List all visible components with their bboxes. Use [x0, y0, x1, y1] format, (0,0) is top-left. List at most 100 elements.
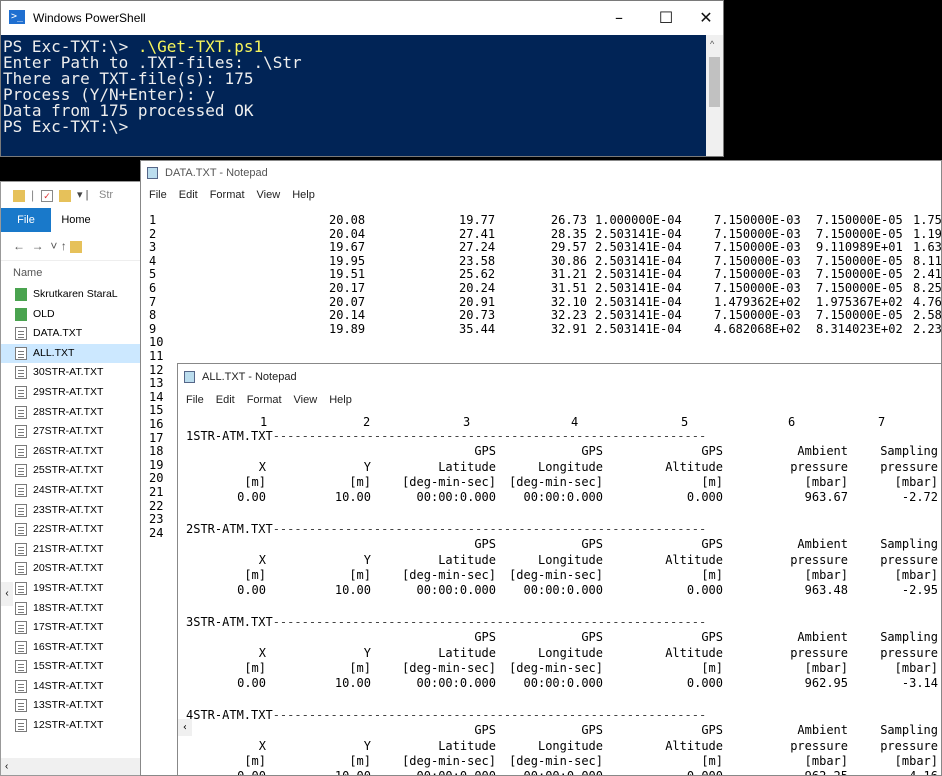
file-list-item[interactable]: 16STR-AT.TXT	[1, 638, 151, 658]
file-list-item[interactable]: 20STR-AT.TXT	[1, 559, 151, 579]
customize-qat-icon[interactable]: ▾ |	[77, 188, 88, 201]
data-cell: 1.975367E+02	[816, 294, 903, 309]
powershell-titlebar[interactable]: >_ Windows PowerShell – ☐ ✕	[1, 1, 723, 35]
file-list-item[interactable]: 13STR-AT.TXT	[1, 696, 151, 716]
file-list-item[interactable]: OLD	[1, 305, 151, 325]
file-list-item[interactable]: 25STR-AT.TXT	[1, 461, 151, 481]
data-cell: 2.58	[913, 308, 942, 323]
file-list-item[interactable]: DATA.TXT	[1, 324, 151, 344]
back-icon[interactable]: ←	[13, 239, 25, 253]
file-list-item[interactable]: 19STR-AT.TXT	[1, 579, 151, 599]
file-list-item[interactable]: 15STR-AT.TXT	[1, 657, 151, 677]
file-list-item[interactable]: 22STR-AT.TXT	[1, 520, 151, 540]
line-number: 15	[149, 403, 164, 418]
line-number: 23	[149, 512, 164, 527]
menu-format[interactable]: Format	[247, 394, 282, 406]
column-header: [m]	[701, 568, 723, 582]
file-list-item[interactable]: 24STR-AT.TXT	[1, 481, 151, 501]
separator-dashes: ----------------------------------------…	[272, 429, 707, 443]
recent-dropdown-icon[interactable]: ˅	[50, 239, 57, 253]
file-list-item[interactable]: 28STR-AT.TXT	[1, 403, 151, 423]
data-cell: 20.08	[329, 213, 366, 227]
data-cell: 1.000000E-04	[595, 213, 682, 227]
file-list-item[interactable]: 14STR-AT.TXT	[1, 677, 151, 697]
value-cell: 00:00:0.000	[416, 769, 496, 776]
file-list-item[interactable]: 26STR-AT.TXT	[1, 442, 151, 462]
menu-edit[interactable]: Edit	[216, 394, 235, 406]
column-header: [m]	[349, 754, 371, 768]
file-name: 1STR-ATM.TXT	[186, 429, 273, 443]
tab-file[interactable]: File	[1, 208, 51, 232]
explorer-hscrollbar[interactable]: ‹	[1, 758, 151, 775]
column-header: Latitude	[438, 738, 496, 753]
text-file-icon	[15, 385, 27, 399]
value-cell: 0.00	[237, 490, 266, 504]
column-number: 2	[363, 415, 371, 429]
maximize-button[interactable]: ☐	[651, 7, 681, 29]
file-list-item[interactable]: ALL.TXT	[1, 343, 151, 364]
column-header-name[interactable]: Name	[1, 261, 151, 285]
scroll-up-icon[interactable]: ^	[710, 39, 714, 49]
data-cell: 2.23	[913, 321, 942, 336]
file-list-item[interactable]: 30STR-AT.TXT	[1, 363, 151, 383]
menu-file[interactable]: File	[149, 189, 167, 201]
column-number: 1	[260, 415, 268, 429]
all-notepad-titlebar[interactable]: ALL.TXT - Notepad	[178, 364, 941, 390]
scroll-left-icon[interactable]: ‹	[178, 719, 192, 736]
address-bar[interactable]: ← → ˅ ↑	[1, 232, 151, 261]
up-icon[interactable]: ↑	[61, 239, 67, 253]
data-cell: 7.150000E-03	[714, 240, 801, 255]
file-list-item[interactable]: 21STR-AT.TXT	[1, 540, 151, 560]
file-name: 25STR-AT.TXT	[33, 464, 104, 477]
minimize-button[interactable]: –	[604, 7, 634, 29]
file-list-item[interactable]: 23STR-AT.TXT	[1, 501, 151, 521]
data-notepad-titlebar[interactable]: DATA.TXT - Notepad	[141, 161, 941, 185]
network-folder-icon	[15, 288, 27, 301]
file-list-item[interactable]: 29STR-AT.TXT	[1, 383, 151, 403]
close-button[interactable]: ✕	[691, 7, 721, 29]
tab-home[interactable]: Home	[51, 208, 101, 232]
value-cell: -2.95	[901, 583, 938, 597]
file-name: ALL.TXT	[33, 346, 75, 359]
file-name: 29STR-AT.TXT	[33, 385, 104, 398]
scroll-thumb[interactable]	[709, 57, 720, 107]
column-header: [m]	[349, 661, 371, 675]
data-cell: 19.95	[329, 253, 366, 268]
menu-help[interactable]: Help	[292, 189, 315, 201]
forward-icon[interactable]: →	[32, 239, 44, 253]
column-header: [mbar]	[894, 475, 938, 489]
file-list-item[interactable]: 18STR-AT.TXT	[1, 599, 151, 619]
file-list-item[interactable]: 12STR-AT.TXT	[1, 716, 151, 736]
scroll-left-icon[interactable]: ‹	[1, 582, 13, 606]
data-cell: 28.35	[550, 226, 587, 241]
file-list-item[interactable]: Skrutkaren StaraL	[1, 285, 151, 305]
line-number: 21	[149, 485, 164, 499]
menu-help[interactable]: Help	[329, 394, 352, 406]
text-file-icon	[15, 719, 27, 733]
powershell-console[interactable]: PS Exc-TXT:\> .\Get-TXT.ps1 Enter Path to…	[1, 35, 707, 156]
text-file-icon	[15, 483, 27, 497]
line-number: 12	[149, 362, 164, 377]
menu-file[interactable]: File	[186, 394, 204, 406]
file-list-item[interactable]: 17STR-AT.TXT	[1, 618, 151, 638]
powershell-window[interactable]: >_ Windows PowerShell – ☐ ✕ PS Exc-TXT:\…	[0, 0, 724, 157]
new-folder-icon[interactable]	[59, 190, 71, 202]
file-list-item[interactable]: 27STR-AT.TXT	[1, 422, 151, 442]
data-cell: 4.76	[913, 294, 942, 309]
menu-view[interactable]: View	[257, 189, 281, 201]
column-number: 5	[681, 415, 689, 429]
file-name: 30STR-AT.TXT	[33, 366, 104, 379]
menu-view[interactable]: View	[294, 394, 318, 406]
all-notepad-window[interactable]: ALL.TXT - Notepad File Edit Format View Help…	[177, 363, 942, 776]
column-header: Altitude	[665, 459, 723, 474]
properties-icon[interactable]: ✓	[41, 190, 53, 202]
menu-format[interactable]: Format	[210, 189, 245, 201]
file-name: 23STR-AT.TXT	[33, 503, 104, 516]
menu-edit[interactable]: Edit	[179, 189, 198, 201]
column-header: Sampling	[880, 630, 938, 644]
file-name: 4STR-ATM.TXT	[186, 708, 273, 722]
console-line: PS Exc-TXT:\>	[3, 119, 705, 135]
powershell-scrollbar[interactable]: ^	[706, 35, 723, 156]
all-notepad-text[interactable]: 1 2 3 4 5 6 7 1STR-ATM.TXT---------------------…	[178, 411, 941, 775]
explorer-window[interactable]: | ✓ ▾ | Str File Home ← → ˅ ↑ Name Skrut…	[0, 181, 152, 776]
